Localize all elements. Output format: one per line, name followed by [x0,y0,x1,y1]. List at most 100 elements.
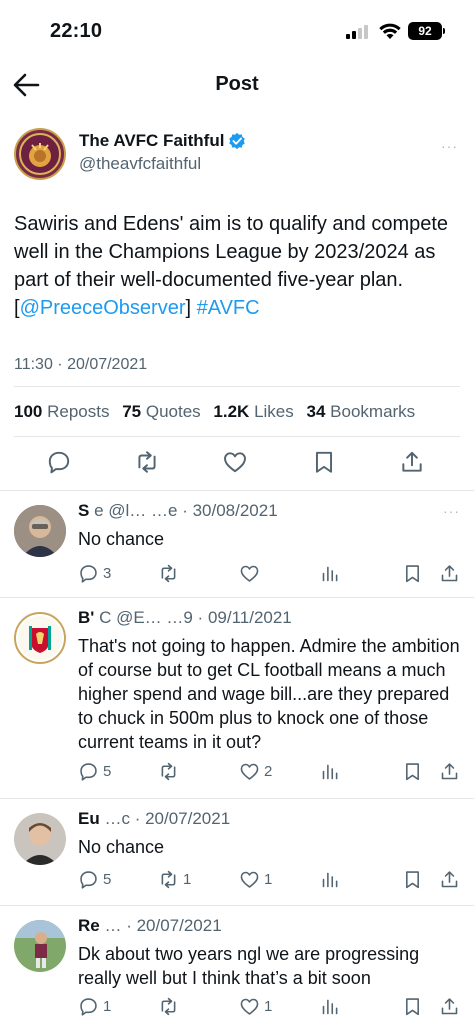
post-stats: 100 Reposts 75 Quotes 1.2K Likes 34 Book… [14,402,423,422]
repost-button[interactable]: 1 [158,868,191,890]
avatar[interactable] [14,505,66,557]
like-button[interactable]: 2 [239,760,272,782]
bookmark-button[interactable] [402,868,423,890]
reply-action-bar: 1 1 [78,995,468,1017]
share-button[interactable] [439,995,460,1017]
avatar[interactable] [14,813,66,865]
reply-header: S e @l… …e · 30/08/2021 [78,501,278,521]
repost-button[interactable] [158,995,183,1017]
avatar[interactable] [14,612,66,664]
avfc-faithful-logo-icon [19,133,61,175]
like-icon[interactable] [222,449,248,475]
reposts-stat[interactable]: 100 Reposts [14,402,109,421]
share-icon[interactable] [399,449,425,475]
like-button[interactable]: 1 [239,868,272,890]
battery-tip [443,28,445,34]
bookmark-button[interactable] [402,995,423,1017]
reposts-count: 100 [14,402,43,421]
post-text: Sawiris and Edens' aim is to qualify and… [14,210,464,322]
reply-action-bar: 5 1 1 [78,868,468,890]
repost-icon [161,564,176,582]
share-button[interactable] [439,760,460,782]
divider [14,386,460,387]
reply-meta: C @E… …9 · 09/11/2021 [99,608,292,627]
like-count: 1 [264,997,273,1015]
reply-button[interactable]: 1 [78,995,111,1017]
reply-author[interactable]: S [78,501,89,520]
post-action-bar [0,449,474,481]
liverpool-crest-icon [18,616,62,660]
bookmark-icon [406,564,419,582]
reply-author[interactable]: Eu [78,809,100,828]
share-button[interactable] [439,868,460,890]
reply-header: Eu …c · 20/07/2021 [78,809,230,829]
reply-text: No chance [78,529,165,549]
avatar-photo [14,813,66,865]
reply-icon [80,762,97,781]
views-icon [322,566,338,581]
views-button[interactable] [320,995,341,1017]
author-name[interactable]: The AVFC Faithful [79,131,246,151]
share-button[interactable] [439,562,460,584]
like-count: 2 [264,762,273,780]
views-button[interactable] [320,760,341,782]
reply-author[interactable]: B' [78,608,94,627]
bookmark-button[interactable] [402,760,423,782]
views-button[interactable] [320,868,341,890]
like-icon [240,763,259,780]
quotes-count: 75 [122,402,142,421]
bookmark-icon [406,762,419,780]
divider [14,436,460,437]
mention-link[interactable]: @PreeceObserver [20,297,186,319]
bookmarks-count: 34 [306,402,326,421]
reply-button[interactable]: 5 [78,868,111,890]
repost-count: 1 [183,870,192,888]
reply-item[interactable]: B' C @E… …9 · 09/11/2021 That's not goin… [0,598,474,798]
wifi-icon [379,23,401,39]
reply-text: That's not going to happen. Admire the a… [78,636,460,752]
status-time: 22:10 [50,20,103,42]
more-options-icon[interactable]: ··· [441,138,458,154]
like-button[interactable]: 1 [239,995,272,1017]
post-timestamp: 11:30 · 20/07/2021 [14,356,148,373]
reply-button[interactable]: 3 [78,562,111,584]
author-name-text: The AVFC Faithful [79,131,225,150]
reply-text: No chance [78,837,165,857]
author-avatar[interactable] [14,128,66,180]
quotes-stat[interactable]: 75 Quotes [122,402,200,421]
bookmarks-stat[interactable]: 34 Bookmarks [307,402,416,421]
reply-meta: … · 20/07/2021 [104,916,222,935]
reposts-label: Reposts [47,402,110,421]
bookmark-button[interactable] [402,562,423,584]
likes-stat[interactable]: 1.2K Likes [213,402,293,421]
reply-action-bar: 5 2 [78,760,468,782]
reply-item[interactable]: Eu …c · 20/07/2021 No chance 5 1 1 [0,799,474,905]
reply-item[interactable]: Re … · 20/07/2021 Dk about two years ngl… [0,906,474,1026]
like-button[interactable] [239,562,264,584]
like-icon [240,565,259,582]
reply-icon [80,564,97,583]
avatar[interactable] [14,920,66,972]
author-handle[interactable]: @theavfcfaithful [79,154,201,174]
reply-item[interactable]: S e @l… …e · 30/08/2021 ··· No chance 3 [0,491,474,597]
repost-icon[interactable] [134,449,160,475]
reply-icon [80,997,97,1016]
bookmark-icon [406,870,419,888]
reply-meta: …c · 20/07/2021 [104,809,231,828]
reply-icon[interactable] [46,449,72,475]
reply-author[interactable]: Re [78,916,100,935]
more-options-icon[interactable]: ··· [443,503,460,519]
like-icon [240,871,259,888]
repost-button[interactable] [158,562,183,584]
bookmark-icon[interactable] [311,449,337,475]
likes-label: Likes [254,402,294,421]
hashtag-link[interactable]: #AVFC [197,297,260,319]
share-icon [441,997,458,1014]
reply-button[interactable]: 5 [78,760,111,782]
views-button[interactable] [320,562,341,584]
verified-badge-icon [229,132,246,150]
nav-header: Post [0,62,474,108]
quotes-label: Quotes [145,402,201,421]
reply-text: Dk about two years ngl we are progressin… [78,944,420,988]
repost-button[interactable] [158,760,183,782]
